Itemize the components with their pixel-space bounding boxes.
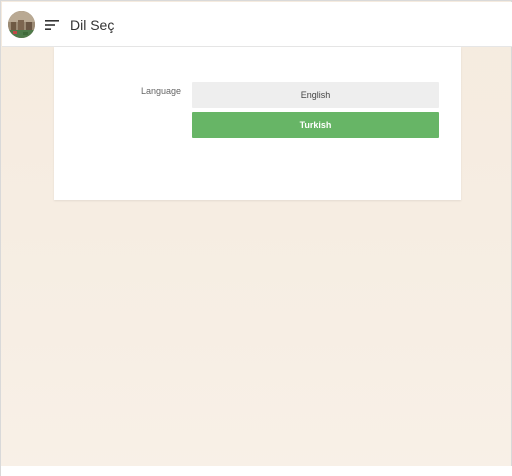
bottom-strip [1, 466, 512, 476]
language-card: Language English Turkish [54, 47, 461, 200]
language-option-english[interactable]: English [192, 82, 439, 108]
app-window: Dil Seç Language English Turkish [0, 0, 512, 476]
menu-button[interactable] [42, 15, 62, 35]
page-title: Dil Seç [70, 17, 115, 33]
avatar[interactable] [8, 11, 35, 38]
menu-icon [45, 20, 59, 30]
top-app-bar: Dil Seç [2, 2, 512, 47]
language-option-turkish[interactable]: Turkish [192, 112, 439, 138]
avatar-icon [8, 11, 35, 38]
language-label: Language [141, 86, 182, 96]
